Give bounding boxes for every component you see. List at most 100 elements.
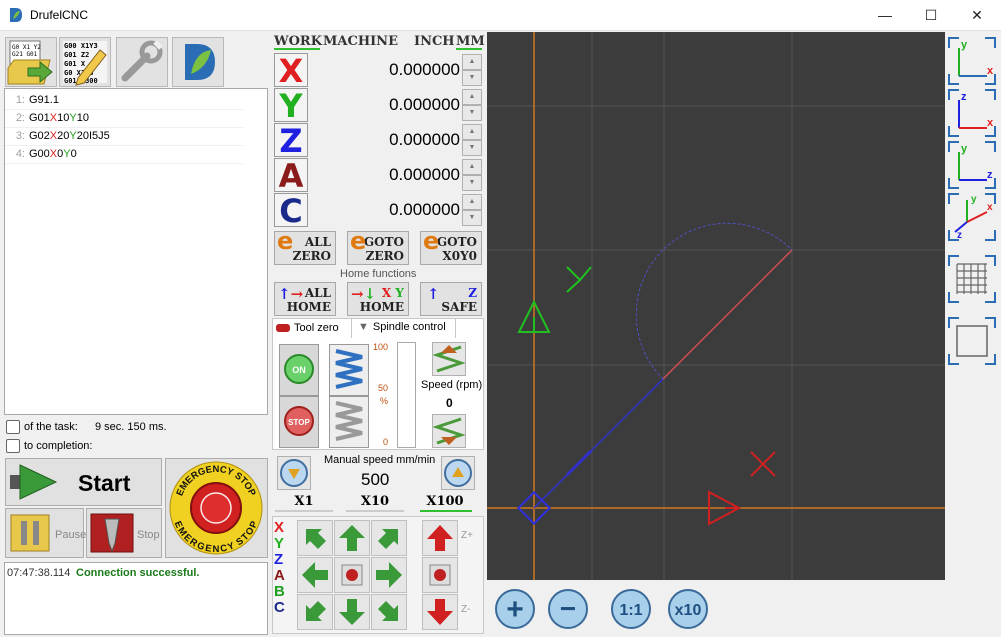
axis-a-down-button[interactable]: ▼ <box>462 175 482 191</box>
jog-up-right-button[interactable] <box>371 520 407 556</box>
edit-gcode-icon: G00 X1Y3 G01 Z2 G01 X G0 X138 G01 F300 <box>63 41 107 86</box>
axis-c-down-button[interactable]: ▼ <box>462 210 482 226</box>
line-number: 3: <box>15 130 25 142</box>
axis-x-down-button[interactable]: ▼ <box>462 70 482 86</box>
manual-speed-down-button[interactable] <box>277 456 311 490</box>
rapid-path <box>533 378 664 509</box>
jog-left-button[interactable] <box>297 557 333 593</box>
axis-y-down-button[interactable]: ▼ <box>462 105 482 121</box>
view-xy-button[interactable]: y x <box>947 36 997 86</box>
z-safe-button[interactable]: Z SAFE ↑ <box>420 282 482 316</box>
axis-y-up-button[interactable]: ▲ <box>462 89 482 105</box>
arrow-right-icon <box>376 562 402 588</box>
mult-x10-button[interactable]: X10 <box>346 494 404 510</box>
jog-axis-z[interactable]: Z <box>274 552 290 568</box>
jog-center-button[interactable] <box>334 557 370 593</box>
zoom-in-button[interactable]: + <box>492 586 538 632</box>
drufel-logo-button[interactable] <box>172 37 224 87</box>
jog-right-button[interactable] <box>371 557 407 593</box>
axis-z-up-button[interactable]: ▲ <box>462 124 482 140</box>
spindle-speed-slider[interactable] <box>397 342 416 448</box>
tab-spindle-control[interactable]: ▼ Spindle control <box>351 318 456 338</box>
axis-y-zero-button[interactable]: Y <box>274 88 308 123</box>
view-zx-button[interactable]: z x <box>947 88 997 138</box>
jog-up-button[interactable] <box>334 520 370 556</box>
goto-x0y0-button[interactable]: GOTO X0Y0 e <box>420 229 482 265</box>
pause-icon <box>10 514 50 552</box>
stop-button[interactable]: Stop <box>86 508 162 558</box>
emergency-stop-button[interactable]: EMERGENCY STOP EMERGENCY STOP <box>165 458 268 558</box>
drufel-logo-icon <box>185 44 215 80</box>
spindle-ccw-button[interactable] <box>329 396 369 448</box>
jog-axis-x[interactable]: X <box>274 520 290 536</box>
fit-view-button[interactable] <box>947 316 997 366</box>
grid-icon <box>948 255 996 303</box>
settings-button[interactable] <box>116 37 168 87</box>
stop-icon <box>90 513 134 553</box>
zoom-reset-icon: 1:1 <box>611 589 651 629</box>
speed-up-dial-icon <box>444 459 472 487</box>
jog-axis-b[interactable]: B <box>274 584 290 600</box>
minimize-button[interactable]: — <box>862 0 908 31</box>
view-3d-button[interactable]: z y x <box>947 192 997 242</box>
pause-button[interactable]: Pause <box>5 508 86 558</box>
machine-coords-tab[interactable]: MACHINE <box>323 34 398 49</box>
speed-up-button[interactable] <box>432 342 466 376</box>
maximize-button[interactable]: ☐ <box>908 0 954 31</box>
zoom-toolbar: + − 1:1 x10 <box>487 580 1001 637</box>
arrow-down-right-icon <box>378 601 398 621</box>
app-logo-icon <box>10 8 22 22</box>
toolpath-viewport[interactable] <box>487 32 945 580</box>
tab-tool-zero[interactable]: Tool zero <box>276 322 339 334</box>
mult-x1-button[interactable]: X1 <box>275 494 333 510</box>
zoom-1-1-button[interactable]: 1:1 <box>608 586 654 632</box>
close-button[interactable]: ✕ <box>954 0 1000 31</box>
axis-z-down-button[interactable]: ▼ <box>462 140 482 156</box>
tab-tool-zero-label: Tool zero <box>294 322 339 334</box>
jog-axis-a[interactable]: A <box>274 568 290 584</box>
grid-toggle-button[interactable] <box>947 254 997 304</box>
speed-down-button[interactable] <box>432 414 466 448</box>
axis-c-up-button[interactable]: ▲ <box>462 194 482 210</box>
gcode-line[interactable]: 3: G02X20Y20I5J5 <box>5 127 243 146</box>
gcode-line[interactable]: 1: G91.1 <box>5 91 243 110</box>
jog-axis-y[interactable]: Y <box>274 536 290 552</box>
axis-x-up-button[interactable]: ▲ <box>462 54 482 70</box>
view-yz-button[interactable]: y z <box>947 140 997 190</box>
jog-z-minus-button[interactable] <box>422 594 458 630</box>
jog-z-plus-button[interactable] <box>422 520 458 556</box>
jog-down-right-button[interactable] <box>371 594 407 630</box>
open-gcode-button[interactable]: G0 X1 Y2 G21 G01 <box>5 37 57 87</box>
manual-speed-up-button[interactable] <box>441 456 475 490</box>
spindle-cw-button[interactable] <box>329 344 369 396</box>
work-coords-tab[interactable]: WORK <box>274 34 322 49</box>
spindle-stop-button[interactable]: STOP <box>279 396 319 448</box>
mult-x100-button[interactable]: X100 <box>416 494 474 510</box>
gcode-editor[interactable]: 1: G91.1 2: G01X10Y10 3: G02X20Y20I5J5 4: G0… <box>4 88 268 415</box>
jog-up-left-button[interactable] <box>297 520 333 556</box>
axis-c-zero-button[interactable]: C <box>274 193 308 228</box>
gcode-line[interactable]: 4: G00X0Y0 <box>5 145 243 164</box>
spindle-on-button[interactable]: ON <box>279 344 319 396</box>
task-time-value: 9 sec. 150 ms. <box>95 421 167 433</box>
all-zero-button[interactable]: ALL ZERO e <box>274 229 336 265</box>
axis-x-zero-button[interactable]: X <box>274 53 308 88</box>
goto-zero-button[interactable]: GOTO ZERO e <box>347 229 409 265</box>
jog-axis-c[interactable]: C <box>274 600 290 616</box>
zoom-out-button[interactable]: − <box>545 586 591 632</box>
axis-a-up-button[interactable]: ▲ <box>462 159 482 175</box>
mm-units-tab[interactable]: MM <box>456 34 485 49</box>
zoom-x10-button[interactable]: x10 <box>665 586 711 632</box>
start-button[interactable]: Start <box>5 458 162 506</box>
axis-z-zero-button[interactable]: Z <box>274 123 308 158</box>
gcode-line[interactable]: 2: G01X10Y10 <box>5 109 243 128</box>
jog-down-left-button[interactable] <box>297 594 333 630</box>
jog-down-button[interactable] <box>334 594 370 630</box>
axis-a-zero-button[interactable]: A <box>274 158 308 193</box>
inch-units-tab[interactable]: INCH <box>414 34 455 49</box>
all-home-button[interactable]: ALL HOME ↑→ <box>274 282 336 316</box>
xy-home-button[interactable]: X Y HOME →↓ <box>347 282 409 316</box>
log-time: 07:47:38.114 <box>7 567 71 579</box>
edit-gcode-button[interactable]: G00 X1Y3 G01 Z2 G01 X G0 X138 G01 F300 <box>59 37 111 87</box>
jog-z-stop-button[interactable] <box>422 557 458 593</box>
